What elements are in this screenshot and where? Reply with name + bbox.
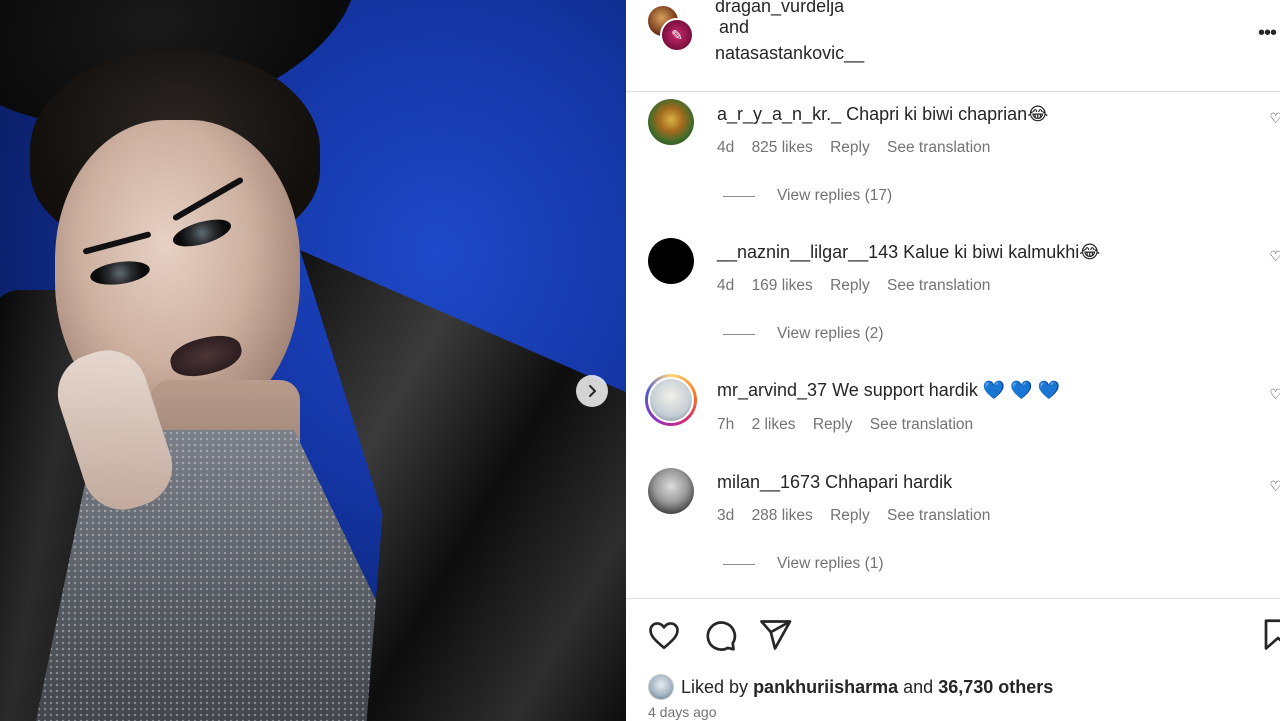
comment-text: Chapri ki biwi chaprian😂 <box>846 104 1049 124</box>
view-replies-label: View replies (2) <box>777 325 884 342</box>
reply-button[interactable]: Reply <box>830 277 870 294</box>
post-photo <box>0 0 626 721</box>
reply-button[interactable]: Reply <box>830 507 870 524</box>
avatar[interactable] <box>648 468 694 514</box>
liked-by-prefix: Liked by <box>681 676 749 697</box>
comment-username[interactable]: milan__1673 <box>717 472 820 492</box>
comment-username[interactable]: a_r_y_a_n_kr._ <box>717 104 841 124</box>
avatar-story-ring[interactable] <box>645 374 697 426</box>
comment-likes[interactable]: 169 likes <box>752 277 813 294</box>
comment-heart-icon[interactable]: ♡ <box>1269 110 1280 127</box>
actions-divider <box>626 598 1280 599</box>
share-button[interactable] <box>757 617 793 653</box>
comment-time[interactable]: 4d <box>717 139 734 156</box>
avatar[interactable] <box>648 238 694 284</box>
chevron-right-icon <box>589 385 596 397</box>
see-translation-button[interactable]: See translation <box>887 507 990 524</box>
liked-by: Liked by pankhuriisharma and 36,730 othe… <box>648 674 1053 700</box>
view-replies-label: View replies (17) <box>777 187 893 204</box>
comment-heart-icon[interactable]: ♡ <box>1269 386 1280 403</box>
divider <box>723 195 755 197</box>
comment-icon <box>706 621 737 651</box>
avatar[interactable] <box>648 674 674 700</box>
comment-text: Kalue ki biwi kalmukhi😂 <box>903 242 1101 262</box>
see-translation-button[interactable]: See translation <box>870 416 973 433</box>
see-translation-button[interactable]: See translation <box>887 277 990 294</box>
comment-text: Chhapari hardik <box>825 472 953 492</box>
comment-username[interactable]: __naznin__lilgar__143 <box>717 242 898 262</box>
comment-heart-icon[interactable]: ♡ <box>1269 478 1280 495</box>
comment-button[interactable] <box>702 617 738 653</box>
more-options-icon[interactable]: ••• <box>1258 22 1277 45</box>
avatar: ✎ <box>660 18 694 52</box>
liked-by-user[interactable]: pankhuriisharma <box>753 677 898 698</box>
post-details-panel: ✎ dragan_vurdelja and natasastankovic__ … <box>626 0 1280 721</box>
view-replies-button[interactable]: View replies (2) <box>723 325 884 343</box>
share-icon <box>760 620 792 650</box>
post-date[interactable]: 4 days ago <box>648 704 717 720</box>
comment-time[interactable]: 4d <box>717 277 734 294</box>
like-button[interactable] <box>646 617 682 653</box>
liked-by-and: and <box>903 676 934 697</box>
divider <box>723 563 755 565</box>
view-replies-label: View replies (1) <box>777 555 884 572</box>
post-header: ✎ dragan_vurdelja and natasastankovic__ … <box>626 0 1280 92</box>
liked-by-others[interactable]: 36,730 others <box>938 677 1053 698</box>
next-photo-button[interactable] <box>576 375 608 407</box>
view-replies-button[interactable]: View replies (17) <box>723 187 892 205</box>
avatar <box>648 377 694 423</box>
comment-likes[interactable]: 2 likes <box>752 416 796 433</box>
view-replies-button[interactable]: View replies (1) <box>723 555 884 573</box>
comment-text: We support hardik 💙 💙 💙 <box>832 380 1061 400</box>
reply-button[interactable]: Reply <box>830 139 870 156</box>
comment-time[interactable]: 3d <box>717 507 734 524</box>
comment-heart-icon[interactable]: ♡ <box>1269 248 1280 265</box>
comment-username[interactable]: mr_arvind_37 <box>717 380 827 400</box>
comment-time[interactable]: 7h <box>717 416 734 433</box>
save-button[interactable] <box>1260 617 1280 653</box>
header-username-1[interactable]: dragan_vurdelja <box>715 0 844 17</box>
collab-avatars[interactable]: ✎ <box>646 4 696 54</box>
avatar[interactable] <box>648 99 694 145</box>
comment-likes[interactable]: 825 likes <box>752 139 813 156</box>
heart-icon <box>649 622 679 650</box>
header-and: and <box>719 17 750 37</box>
divider <box>723 333 755 335</box>
bookmark-icon <box>1264 619 1280 650</box>
reply-button[interactable]: Reply <box>813 416 853 433</box>
comment-likes[interactable]: 288 likes <box>752 507 813 524</box>
header-username-2[interactable]: natasastankovic__ <box>715 43 864 64</box>
see-translation-button[interactable]: See translation <box>887 139 990 156</box>
